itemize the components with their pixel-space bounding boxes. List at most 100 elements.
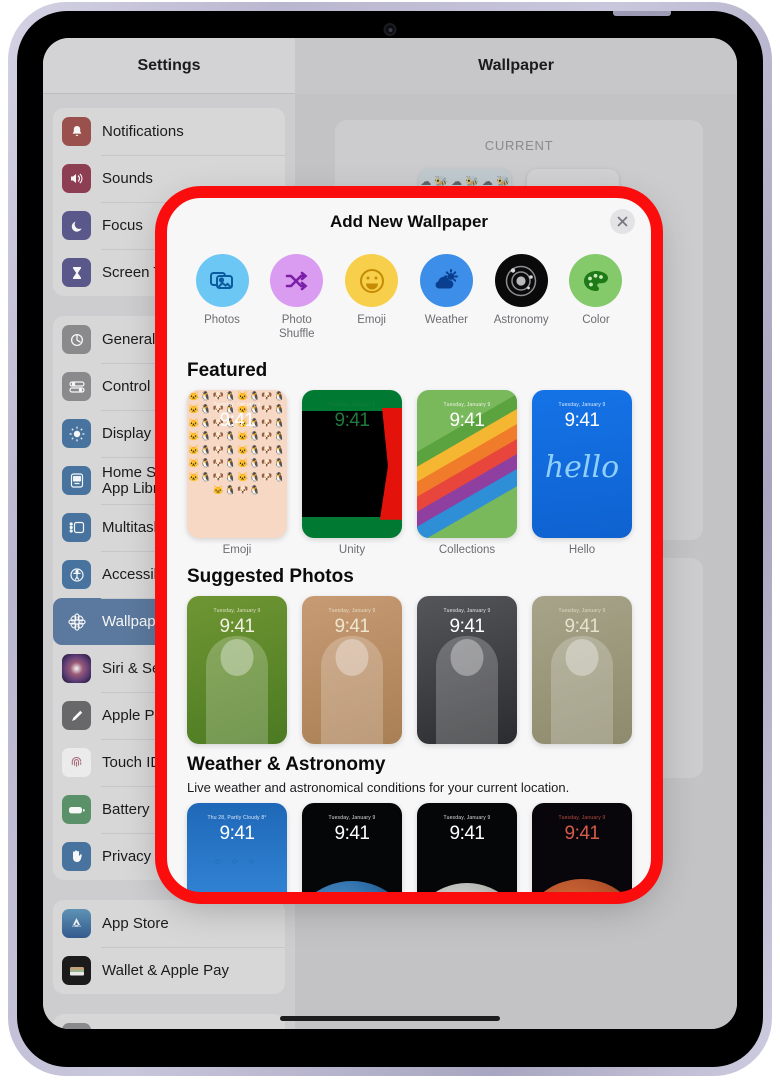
moon-icon xyxy=(62,211,91,240)
category-label: Weather xyxy=(424,314,469,326)
pencil-icon xyxy=(62,701,91,730)
wallpaper-option-collections[interactable]: Tuesday, January 9 9:41 Collections xyxy=(417,389,517,556)
photo-subject-head xyxy=(335,638,369,676)
sidebar-item-label: Wallet & Apple Pay xyxy=(102,961,230,979)
wallpaper-preview: Tuesday, January 9 9:41 hello xyxy=(532,389,632,538)
preview-date: Tuesday, January 9 xyxy=(328,607,376,614)
sheet-titlebar: Add New Wallpaper xyxy=(165,196,653,248)
add-new-wallpaper-sheet: Add New Wallpaper Photos Photo Shuffle E… xyxy=(165,196,653,894)
detail-header: Wallpaper xyxy=(295,38,737,94)
category-photo-shuffle[interactable]: Photo Shuffle xyxy=(264,254,330,342)
multitasking-icon xyxy=(62,513,91,542)
power-button[interactable] xyxy=(613,11,671,16)
app-store-icon xyxy=(62,909,91,938)
close-icon[interactable] xyxy=(610,209,635,234)
sidebar-item-label: Battery xyxy=(102,800,150,818)
speaker-icon xyxy=(62,164,91,193)
suggested-photos-thumb-row: Tuesday, January 9 9:41 Tuesday, January… xyxy=(187,595,632,744)
battery-icon xyxy=(62,795,91,824)
astronomy-icon xyxy=(494,254,548,307)
category-label: Emoji xyxy=(357,314,386,326)
sidebar-item-wallet-apple-pay[interactable]: Wallet & Apple Pay xyxy=(53,947,285,994)
ipad-screen: Settings Notifications Sounds Focus Scre… xyxy=(43,38,737,1029)
category-emoji[interactable]: Emoji xyxy=(339,254,405,342)
sidebar-item-sounds[interactable]: Sounds xyxy=(53,155,285,202)
hello-script-text: hello xyxy=(544,449,620,485)
sheet-title: Add New Wallpaper xyxy=(329,212,489,231)
wallpaper-option-photo-2[interactable]: Tuesday, January 9 9:41 xyxy=(302,595,402,744)
wallpaper-preview: 🐱🐧🐶🐧🐱🐧🐶🐧🐱🐧🐶🐧🐱🐧🐶🐧🐱🐧🐶🐧🐱🐧🐶🐧🐱🐧🐶🐧🐱🐧🐶🐧🐱🐧🐶🐧🐱🐧🐶🐧… xyxy=(187,389,287,538)
photo-subject-head xyxy=(220,638,254,676)
sidebar-item-label: Sounds xyxy=(102,169,153,187)
weather-astronomy-thumb-row: Thu 28, Partly Cloudy 8° 9:41 ◌ ◌ ◌ Tues… xyxy=(187,802,632,894)
wallpaper-preview: Tuesday, January 9 9:41 ◌ ◌ ◌ ◌ xyxy=(532,802,632,894)
wallpaper-category-row: Photos Photo Shuffle Emoji Weather Astro… xyxy=(187,248,631,350)
wallet-icon xyxy=(62,956,91,985)
preview-date: Tuesday, January 9 xyxy=(558,814,606,821)
sidebar-item-label: Notifications xyxy=(102,122,184,140)
wallpaper-option-emoji[interactable]: 🐱🐧🐶🐧🐱🐧🐶🐧🐱🐧🐶🐧🐱🐧🐶🐧🐱🐧🐶🐧🐱🐧🐶🐧🐱🐧🐶🐧🐱🐧🐶🐧🐱🐧🐶🐧🐱🐧🐶🐧… xyxy=(187,389,287,556)
weather-icon xyxy=(419,254,473,307)
preview-date: Tuesday, January 9 xyxy=(328,401,376,408)
photos-icon xyxy=(195,254,249,307)
front-camera-icon xyxy=(383,23,397,36)
preview-clock: 9:41 xyxy=(449,822,485,844)
preview-date: Tuesday, January 9 xyxy=(443,401,491,408)
fingerprint-icon xyxy=(62,748,91,777)
home-indicator[interactable] xyxy=(280,1016,500,1021)
sidebar-item-label: App Store xyxy=(102,914,169,932)
sheet-scroll-area[interactable]: Photos Photo Shuffle Emoji Weather Astro… xyxy=(165,248,653,894)
wallpaper-option-mars[interactable]: Tuesday, January 9 9:41 ◌ ◌ ◌ ◌ xyxy=(532,802,632,894)
earth-globe xyxy=(302,880,402,894)
sidebar-item-app-store[interactable]: App Store xyxy=(53,900,285,947)
photo-subject-head xyxy=(565,638,599,676)
sidebar-item-label: General xyxy=(102,330,156,348)
section-title-suggested-photos: Suggested Photos xyxy=(187,565,354,587)
preview-clock: 9:41 xyxy=(219,615,255,637)
wallpaper-caption: Hello xyxy=(568,543,596,556)
wallpaper-option-photo-1[interactable]: Tuesday, January 9 9:41 xyxy=(187,595,287,744)
preview-date: Thu 28, Partly Cloudy 8° xyxy=(207,814,267,821)
category-color[interactable]: Color xyxy=(563,254,629,342)
wallpaper-preview: Tuesday, January 9 9:41 xyxy=(417,389,517,538)
category-photos[interactable]: Photos xyxy=(189,254,255,342)
section-title-featured: Featured xyxy=(187,359,268,381)
lockscreen-widgets: ◌ ◌ ◌ xyxy=(330,856,374,866)
smiley-icon xyxy=(345,254,399,307)
preview-clock: 9:41 xyxy=(449,615,485,637)
wallpaper-preview: Tuesday, January 9 9:41 xyxy=(417,595,517,744)
wallpaper-preview: Thu 28, Partly Cloudy 8° 9:41 ◌ ◌ ◌ xyxy=(187,802,287,894)
wallpaper-preview: Tuesday, January 9 9:41 ◌ ◌ ◌ xyxy=(302,802,402,894)
category-astronomy[interactable]: Astronomy xyxy=(488,254,554,342)
page-title: Wallpaper xyxy=(478,57,554,74)
category-label: Photos xyxy=(204,314,240,326)
wallpaper-preview: Tuesday, January 9 9:41 xyxy=(417,802,517,894)
featured-thumb-row: 🐱🐧🐶🐧🐱🐧🐶🐧🐱🐧🐶🐧🐱🐧🐶🐧🐱🐧🐶🐧🐱🐧🐶🐧🐱🐧🐶🐧🐱🐧🐶🐧🐱🐧🐶🐧🐱🐧🐶🐧… xyxy=(187,389,632,556)
sidebar-item-passwords[interactable]: Passwords xyxy=(53,1014,285,1029)
wallpaper-option-photo-3[interactable]: Tuesday, January 9 9:41 xyxy=(417,595,517,744)
wallpaper-preview: Tuesday, January 9 9:41 xyxy=(532,595,632,744)
sliders-icon xyxy=(62,372,91,401)
palette-icon xyxy=(569,254,623,307)
preview-date: Tuesday, January 9 xyxy=(213,401,261,408)
wallpaper-option-earth[interactable]: Tuesday, January 9 9:41 ◌ ◌ ◌ xyxy=(302,802,402,894)
settings-group: Passwords Mail xyxy=(53,1014,285,1029)
preview-clock: 9:41 xyxy=(219,409,255,431)
bell-icon xyxy=(62,117,91,146)
wallpaper-preview: Tuesday, January 9 9:41 xyxy=(302,595,402,744)
category-weather[interactable]: Weather xyxy=(413,254,479,342)
wallpaper-option-moon[interactable]: Tuesday, January 9 9:41 xyxy=(417,802,517,894)
hand-icon xyxy=(62,842,91,871)
sidebar-item-label: Wallpaper xyxy=(102,612,169,630)
wallpaper-option-unity[interactable]: Tuesday, January 9 9:41 Unity xyxy=(302,389,402,556)
lockscreen-widgets: ◌ ◌ ◌ ◌ xyxy=(551,856,613,866)
siri-icon xyxy=(62,654,91,683)
brightness-icon xyxy=(62,419,91,448)
sidebar-item-notifications[interactable]: Notifications xyxy=(53,108,285,155)
wallpaper-option-weather[interactable]: Thu 28, Partly Cloudy 8° 9:41 ◌ ◌ ◌ xyxy=(187,802,287,894)
accessibility-icon xyxy=(62,560,91,589)
category-label: Color xyxy=(582,314,610,326)
wallpaper-option-photo-4[interactable]: Tuesday, January 9 9:41 xyxy=(532,595,632,744)
key-icon xyxy=(62,1023,91,1029)
wallpaper-option-hello[interactable]: Tuesday, January 9 9:41 hello Hello xyxy=(532,389,632,556)
